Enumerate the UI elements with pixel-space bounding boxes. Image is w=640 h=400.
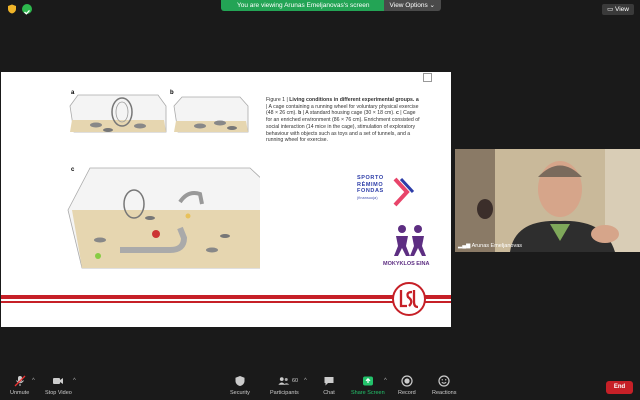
security-label: Security [230, 390, 250, 396]
security-button[interactable]: Security [230, 375, 250, 396]
sporto-remimo-fondas-logo: SPORTO RĖMIMO FONDAS (finansuoja) [357, 175, 384, 201]
view-button-label: View [615, 6, 629, 13]
microphone-muted-icon [14, 375, 26, 387]
video-options-caret[interactable]: ^ [73, 378, 76, 384]
participants-icon [278, 375, 290, 387]
end-meeting-button[interactable]: End [606, 381, 633, 394]
view-options-button[interactable]: View Options ⌄ [383, 0, 441, 11]
encryption-check-icon[interactable] [22, 4, 32, 15]
webcam-name-label: ▂▄▆ Arunas Emeljanovas [458, 243, 522, 249]
reactions-label: Reactions [432, 390, 457, 396]
share-screen-label: Share Screen [351, 390, 385, 396]
participants-label: Participants [270, 390, 299, 396]
view-button-icon: ▭ [607, 6, 616, 13]
participants-count: 60 [292, 378, 299, 384]
caption-title: Living conditions in different experimen… [289, 97, 415, 103]
cage-c [67, 167, 260, 269]
cage-a [69, 94, 167, 133]
reactions-button[interactable]: Reactions [432, 375, 456, 396]
mokyklos-eina-icon [394, 225, 426, 256]
audio-options-caret[interactable]: ^ [32, 378, 35, 384]
viewing-text: You are viewing Arunas Emeljanovas's scr… [221, 0, 384, 11]
caption-part-b: | A standard housing cage (30 × 18 cm). [301, 110, 396, 117]
red-stripe-thin [1, 301, 451, 303]
webcam-video[interactable] [455, 149, 640, 252]
sporto-line-1: SPORTO [357, 175, 384, 181]
figure-label-c: c [71, 167, 75, 173]
fullscreen-icon[interactable] [423, 73, 432, 82]
figure-caption: Figure 1 | Living conditions in differen… [266, 97, 421, 144]
mokyklos-eina-text: MOKYKLOS EINA [383, 261, 430, 267]
record-icon [401, 375, 413, 387]
sporto-sub: (finansuoja) [357, 195, 378, 200]
caption-lead: Figure 1 | [266, 97, 290, 103]
record-label: Record [398, 390, 416, 396]
participants-caret[interactable]: ^ [304, 378, 307, 384]
figure-illustration [67, 94, 260, 269]
view-button[interactable]: ▭ View [602, 4, 634, 15]
record-button[interactable]: Record [398, 375, 416, 396]
sporto-arrow-icon [393, 177, 415, 207]
stop-video-button[interactable]: Stop Video [45, 375, 72, 396]
unmute-button[interactable]: Unmute [10, 375, 29, 396]
red-stripe [1, 295, 451, 299]
chat-icon [323, 375, 335, 387]
cage-b [173, 96, 249, 133]
webcam-scene [455, 149, 640, 252]
share-screen-button[interactable]: Share Screen [351, 375, 385, 396]
share-screen-caret[interactable]: ^ [384, 378, 387, 384]
webcam-name: Arunas Emeljanovas [471, 243, 523, 249]
security-shield-icon [234, 375, 246, 387]
figure-label-a: a [71, 90, 75, 96]
chat-button[interactable]: Chat [323, 375, 335, 396]
chat-label: Chat [323, 390, 335, 396]
video-camera-icon [52, 375, 64, 387]
unmute-label: Unmute [10, 390, 30, 396]
caption-part-a-label: a [415, 97, 419, 103]
viewing-banner: You are viewing Arunas Emeljanovas's scr… [221, 0, 441, 11]
meeting-toolbar [0, 372, 640, 400]
shield-icon[interactable] [7, 4, 17, 14]
signal-icon: ▂▄▆ [458, 243, 472, 249]
smiley-icon [438, 375, 450, 387]
figure-label-b: b [170, 90, 174, 96]
stop-video-label: Stop Video [45, 390, 72, 396]
sporto-line-3: FONDAS [357, 188, 384, 194]
share-screen-icon [362, 375, 374, 387]
lsu-logo [392, 282, 426, 316]
